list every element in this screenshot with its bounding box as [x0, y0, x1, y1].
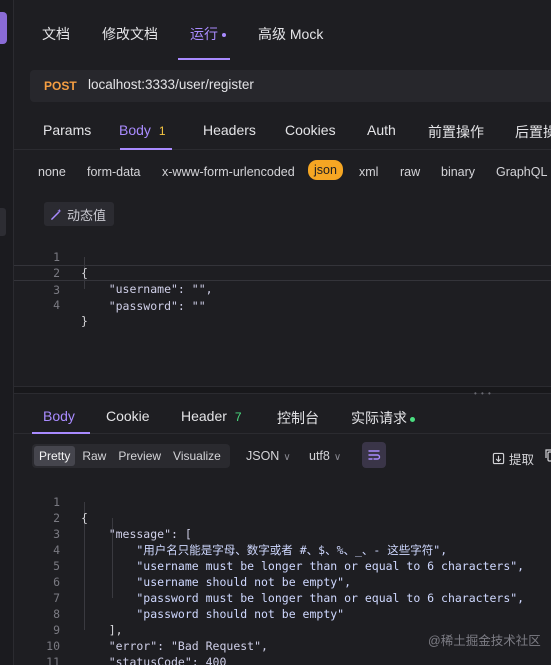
format-select-value: JSON: [246, 449, 280, 463]
request-tab-bar: Params Body 1 Headers Cookies Auth 前置操作 后…: [14, 110, 551, 150]
request-body-editor[interactable]: 1 { 2 "username": "", 3 "password": "" 4…: [14, 233, 551, 383]
body-type-raw[interactable]: raw: [400, 165, 420, 179]
view-raw[interactable]: Raw: [77, 446, 111, 466]
view-mode-segmented: Pretty Raw Preview Visualize: [32, 444, 230, 468]
code-line-active: 3 "password": "": [14, 265, 551, 313]
extract-label: 提取: [509, 453, 535, 467]
response-tab-bar: Body Cookie Header 7 控制台 实际请求: [14, 398, 551, 434]
extract-icon: [492, 452, 505, 465]
dynamic-value-label: 动态值: [67, 207, 107, 223]
body-type-form-data[interactable]: form-data: [87, 165, 141, 179]
sidebar-marker: [0, 208, 6, 236]
body-type-json[interactable]: json: [308, 160, 343, 180]
resp-tab-console[interactable]: 控制台: [277, 408, 319, 428]
view-pretty[interactable]: Pretty: [34, 446, 76, 466]
code-line: 2 "message": [: [14, 494, 551, 541]
watermark: @稀土掘金技术社区: [428, 634, 541, 648]
code-line: 2 "username": "",: [14, 249, 551, 296]
code-line: 5 "username should not be empty",: [14, 542, 551, 589]
word-wrap-button[interactable]: [362, 442, 386, 468]
left-activity-strip: [0, 0, 14, 665]
tab-cookies[interactable]: Cookies: [285, 122, 336, 138]
request-tab-underline: [120, 148, 172, 150]
view-preview[interactable]: Preview: [113, 446, 166, 466]
body-type-bar: none form-data x-www-form-urlencoded jso…: [14, 156, 551, 188]
code-line: 9 "error": "Bad Request",: [14, 606, 551, 653]
code-line: 1 {: [14, 233, 551, 280]
url-input[interactable]: localhost:3333/user/register: [88, 77, 254, 92]
body-type-urlencoded[interactable]: x-www-form-urlencoded: [162, 165, 295, 179]
resp-tab-header[interactable]: Header 7: [181, 408, 242, 424]
tab-edit-docs[interactable]: 修改文档: [102, 24, 158, 44]
view-visualize[interactable]: Visualize: [168, 446, 226, 466]
tab-body-count: 1: [158, 124, 166, 138]
status-dot: [410, 416, 415, 422]
tab-run-label: 运行: [190, 26, 218, 42]
code-line: 3 "用户名只能是字母、数字或者 #、$、%、_、- 这些字符",: [14, 510, 551, 557]
resp-tab-header-label: Header: [181, 408, 227, 424]
wrap-icon: [368, 450, 381, 460]
top-tab-underline: [178, 58, 230, 60]
active-indicator: [0, 12, 7, 44]
tab-body[interactable]: Body 1: [119, 122, 166, 138]
resp-tab-actual-request[interactable]: 实际请求: [351, 408, 415, 428]
code-line: 4 }: [14, 281, 551, 328]
encoding-select[interactable]: utf8 ∨: [309, 449, 341, 463]
body-type-xml[interactable]: xml: [359, 165, 378, 179]
resp-tab-body[interactable]: Body: [43, 408, 75, 424]
body-type-graphql[interactable]: GraphQL: [496, 165, 547, 179]
top-tab-bar: 文档 修改文档 运行 高级 Mock: [14, 0, 551, 64]
line-text: "statusCode": 400: [81, 655, 227, 665]
tab-headers[interactable]: Headers: [203, 122, 256, 138]
code-line: 7 "password should not be empty": [14, 574, 551, 621]
tab-params[interactable]: Params: [43, 122, 91, 138]
tab-pre-ops[interactable]: 前置操作: [428, 122, 484, 142]
line-number: 11: [46, 655, 60, 665]
copy-icon[interactable]: [544, 448, 551, 462]
line-text: "password": "": [81, 299, 206, 313]
body-type-binary[interactable]: binary: [441, 165, 475, 179]
grip-icon: • • •: [474, 389, 492, 398]
method-select[interactable]: POST: [44, 79, 77, 93]
main-panel: 文档 修改文档 运行 高级 Mock POST localhost:3333/u…: [14, 0, 551, 665]
resp-tab-cookie[interactable]: Cookie: [106, 408, 150, 424]
tab-post-ops[interactable]: 后置操: [515, 122, 551, 142]
body-type-none[interactable]: none: [38, 165, 66, 179]
code-line: 6 "password must be longer than or equal…: [14, 558, 551, 605]
resp-tab-header-count: 7: [234, 410, 242, 424]
response-tab-underline: [32, 432, 90, 434]
code-line: 4 "username must be longer than or equal…: [14, 526, 551, 573]
chevron-down-icon: ∨: [283, 452, 291, 463]
tab-body-label: Body: [119, 122, 151, 138]
tab-run[interactable]: 运行: [190, 24, 226, 44]
line-number: 4: [53, 298, 60, 312]
resp-tab-actual-request-label: 实际请求: [351, 410, 407, 426]
url-bar[interactable]: POST localhost:3333/user/register: [30, 70, 551, 102]
panel-resize-handle[interactable]: • • •: [14, 386, 551, 398]
response-view-toolbar: Pretty Raw Preview Visualize JSON ∨ utf8 ∨…: [14, 442, 551, 470]
extract-button[interactable]: 提取: [492, 449, 534, 468]
tab-advanced-mock[interactable]: 高级 Mock: [258, 24, 323, 44]
magic-wand-icon: [51, 208, 62, 220]
unsaved-dot: [222, 33, 226, 38]
tab-docs[interactable]: 文档: [42, 24, 70, 44]
format-select[interactable]: JSON ∨: [246, 449, 291, 463]
line-text: }: [81, 314, 88, 328]
tab-auth[interactable]: Auth: [367, 122, 396, 138]
code-line: 1 {: [14, 478, 551, 525]
dynamic-value-button[interactable]: 动态值: [44, 202, 115, 226]
encoding-select-value: utf8: [309, 449, 330, 463]
code-line: 8 ],: [14, 590, 551, 637]
chevron-down-icon: ∨: [333, 452, 342, 463]
